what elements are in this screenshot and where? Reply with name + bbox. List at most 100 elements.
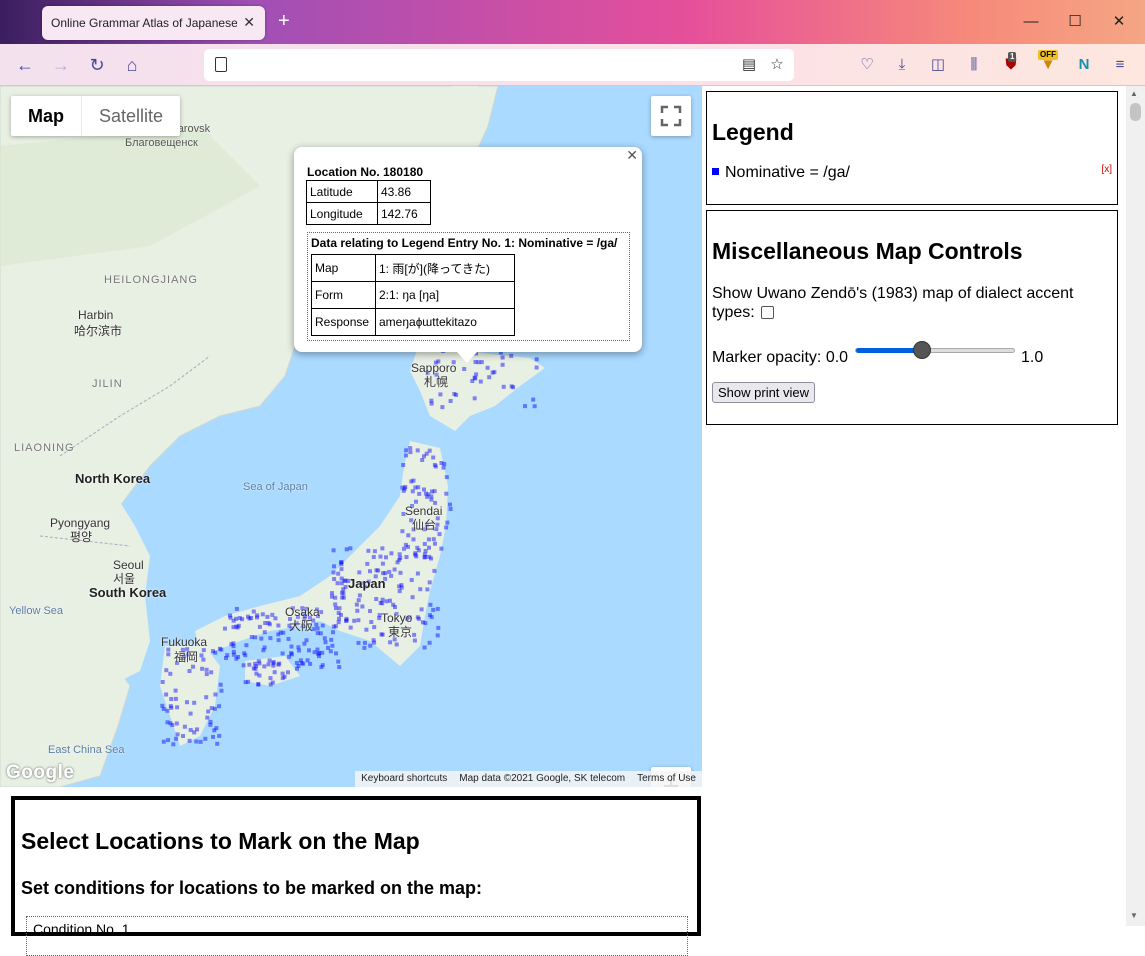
menu-icon[interactable]: ≡ (1108, 53, 1132, 77)
accent-map-checkbox[interactable] (760, 306, 774, 319)
location-marker (444, 525, 449, 530)
map-type-map-button[interactable]: Map (11, 96, 81, 136)
location-marker (362, 645, 367, 650)
pocket-icon[interactable]: ♡ (855, 53, 879, 77)
info-window-close-icon[interactable]: ✕ (626, 147, 638, 164)
new-tab-button[interactable]: + (278, 10, 290, 33)
location-marker (297, 648, 301, 653)
location-marker (308, 661, 313, 666)
location-marker (231, 625, 236, 630)
location-marker (223, 626, 227, 631)
tab-close-icon[interactable]: ✕ (243, 14, 255, 31)
location-marker (268, 676, 273, 681)
legend-remove-button[interactable]: [x] (1101, 164, 1112, 175)
location-marker (246, 679, 251, 684)
location-marker (191, 664, 195, 669)
download-icon[interactable]: ⤓ (890, 53, 914, 77)
location-marker (365, 561, 370, 566)
reload-icon[interactable]: ↻ (85, 53, 109, 77)
scroll-up-icon[interactable]: ▲ (1130, 89, 1138, 98)
library-icon[interactable]: ⫼ (962, 53, 986, 77)
notes-extension-icon[interactable]: N (1072, 53, 1096, 77)
location-marker (195, 727, 199, 732)
back-icon[interactable]: ← (13, 53, 37, 77)
home-icon[interactable]: ⌂ (120, 53, 144, 77)
vpn-extension-icon[interactable]: ▼ OFF (1036, 50, 1060, 77)
location-marker (169, 705, 174, 710)
close-window-icon[interactable]: ✕ (1109, 12, 1129, 32)
tab-active[interactable]: Online Grammar Atlas of Japanese Dialect… (42, 6, 265, 40)
location-marker (336, 611, 341, 615)
location-marker (431, 537, 436, 542)
opacity-slider-thumb[interactable] (912, 341, 931, 359)
sidebar-icon[interactable]: ◫ (926, 53, 950, 77)
print-view-button[interactable]: Show print view (712, 382, 816, 403)
location-marker (209, 670, 214, 675)
condition-label: Condition No. 1 (33, 921, 130, 937)
location-marker (427, 640, 432, 645)
location-marker (344, 616, 349, 621)
location-marker (342, 578, 347, 583)
bookmark-star-icon[interactable]: ☆ (767, 55, 787, 75)
location-marker (228, 613, 232, 618)
forward-icon[interactable]: → (49, 53, 73, 77)
scroll-down-icon[interactable]: ▼ (1130, 911, 1138, 920)
tab-bar: Online Grammar Atlas of Japanese Dialect… (0, 0, 1145, 44)
minimize-icon[interactable]: — (1021, 12, 1041, 32)
url-bar[interactable]: ▤ ☆ (204, 49, 794, 81)
scroll-thumb[interactable] (1130, 103, 1141, 121)
location-marker (212, 706, 217, 711)
location-marker (404, 448, 409, 453)
location-marker (420, 458, 425, 462)
location-marker (254, 671, 259, 676)
location-marker (472, 396, 477, 401)
map-type-satellite-button[interactable]: Satellite (81, 96, 180, 136)
off-badge: OFF (1038, 50, 1058, 60)
map-canvas[interactable]: Khabarovsk Благовещенск HEILONGJIANG Harbin… (0, 86, 702, 787)
ublock-badge: 1 (1008, 52, 1017, 62)
location-marker (404, 453, 409, 458)
location-marker (430, 489, 434, 494)
location-marker (429, 556, 433, 561)
maximize-icon[interactable]: ☐ (1065, 12, 1085, 32)
legend-entry[interactable]: Nominative = /ga/ (712, 164, 850, 182)
ublock-icon[interactable]: ⛊ 1 (999, 52, 1023, 77)
location-marker (267, 658, 272, 663)
reader-view-icon[interactable]: ▤ (739, 55, 759, 75)
map-label: Japan (348, 576, 386, 591)
keyboard-shortcuts-link[interactable]: Keyboard shortcuts (355, 771, 453, 787)
location-marker (217, 733, 222, 738)
location-marker (316, 651, 321, 656)
location-marker (381, 571, 386, 576)
location-marker (329, 637, 334, 642)
location-marker (192, 700, 197, 705)
location-marker (348, 625, 353, 630)
location-marker (165, 720, 170, 725)
location-marker (276, 623, 281, 628)
location-marker (397, 557, 402, 562)
location-marker (417, 491, 422, 496)
location-marker (376, 568, 381, 573)
location-marker (322, 636, 327, 641)
fullscreen-button[interactable] (651, 96, 691, 136)
location-marker (278, 630, 283, 635)
location-marker (312, 650, 317, 655)
map-label: 福岡 (174, 650, 199, 664)
location-marker (334, 606, 338, 611)
location-marker (389, 573, 394, 578)
opacity-slider[interactable] (855, 341, 1015, 359)
location-marker (164, 692, 169, 697)
location-marker (204, 695, 209, 700)
map-label: North Korea (75, 471, 151, 486)
location-marker (431, 455, 436, 460)
location-marker (410, 595, 415, 600)
location-marker (330, 591, 334, 596)
location-marker (280, 651, 285, 656)
location-marker (435, 606, 440, 611)
terms-of-use-link[interactable]: Terms of Use (631, 771, 702, 787)
page-scrollbar[interactable]: ▲ ▼ (1126, 86, 1145, 926)
location-marker (205, 715, 210, 720)
location-marker (266, 662, 271, 667)
location-marker (334, 651, 338, 656)
location-marker (438, 392, 443, 397)
